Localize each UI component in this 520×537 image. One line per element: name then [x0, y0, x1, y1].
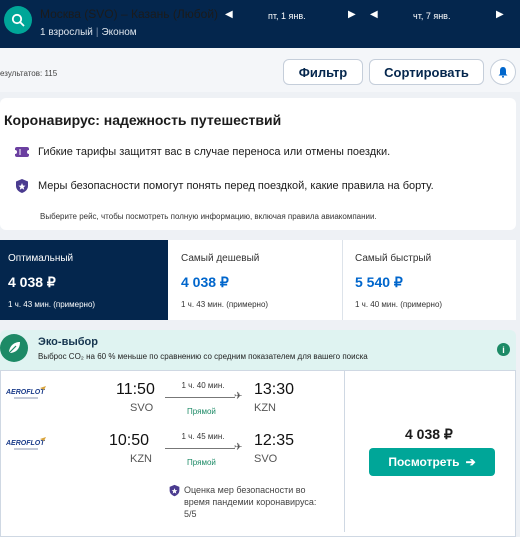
return-next-icon[interactable]: ▶	[496, 9, 504, 20]
arrow-right-icon: ➔	[465, 455, 476, 469]
tab-price: 4 038 ₽	[181, 274, 229, 290]
eco-text: Выброс CO₂ на 60 % меньше по сравнению с…	[38, 352, 368, 361]
depart-date[interactable]: пт, 1 янв.	[268, 11, 306, 21]
eco-badge	[0, 334, 28, 362]
covid-note: Выберите рейс, чтобы посмотреть полную и…	[40, 212, 377, 221]
cabin-label: Эконом	[101, 27, 137, 38]
shield-icon	[169, 484, 180, 497]
safety-rating-line: время пандемии коронавируса:	[184, 497, 317, 507]
safety-rating-score: 5/5	[184, 509, 197, 519]
safety-measures-text: Меры безопасности помогут понять перед п…	[38, 180, 434, 192]
safety-measures-row: Меры безопасности помогут понять перед п…	[14, 178, 434, 194]
leg-duration: 1 ч. 40 мин.	[181, 381, 225, 390]
route-line	[165, 448, 235, 449]
stops-label: Прямой	[187, 458, 216, 467]
plane-icon: ✈	[234, 442, 243, 453]
sort-button[interactable]: Сортировать	[369, 59, 484, 85]
route-line	[165, 397, 235, 398]
safety-rating: Оценка мер безопасности во время пандеми…	[184, 484, 316, 520]
safety-rating-line: Оценка мер безопасности во	[184, 485, 306, 495]
depart-code: SVO	[130, 402, 154, 414]
stops-label: Прямой	[187, 407, 216, 416]
return-prev-icon[interactable]: ◀	[370, 9, 378, 20]
tab-duration: 1 ч. 43 мин. (примерно)	[8, 300, 96, 309]
price-alert-button[interactable]	[490, 59, 516, 85]
tab-duration: 1 ч. 40 мин. (примерно)	[355, 300, 443, 309]
depart-time: 10:50	[109, 432, 150, 449]
depart-time: 11:50	[116, 381, 155, 398]
depart-next-icon[interactable]: ▶	[348, 9, 356, 20]
flexible-fares-row: Гибкие тарифы защитят вас в случае перен…	[14, 145, 390, 159]
filter-button[interactable]: Фильтр	[283, 59, 363, 85]
view-deal-button[interactable]: Посмотреть ➔	[369, 448, 495, 476]
flight-price: 4 038 ₽	[405, 426, 453, 442]
flexible-fares-text: Гибкие тарифы защитят вас в случае перен…	[38, 146, 391, 158]
arrive-code: SVO	[254, 453, 278, 465]
aeroflot-logo-icon: AEROFLOT	[5, 386, 46, 399]
leg-duration: 1 ч. 45 мин.	[181, 432, 225, 441]
tab-optimal[interactable]: Оптимальный 4 038 ₽ 1 ч. 43 мин. (пример…	[0, 240, 168, 320]
passenger-summary[interactable]: 1 взрослый | Эконом	[40, 27, 137, 38]
svg-text:AEROFLOT: AEROFLOT	[6, 389, 45, 396]
tab-divider	[342, 240, 343, 320]
passengers-label: 1 взрослый	[40, 27, 93, 38]
svg-text:AEROFLOT: AEROFLOT	[6, 440, 45, 447]
arrive-code: KZN	[254, 402, 276, 414]
tab-cheapest[interactable]: Самый дешевый 4 038 ₽ 1 ч. 43 мин. (прим…	[173, 240, 341, 320]
flight-card-divider	[344, 370, 345, 532]
ticket-icon	[14, 147, 30, 157]
tab-price: 4 038 ₽	[8, 274, 56, 290]
airline-logo: AEROFLOT	[5, 436, 48, 459]
view-deal-label: Посмотреть	[388, 455, 460, 469]
depart-prev-icon[interactable]: ◀	[225, 9, 233, 20]
route-summary[interactable]: Москва (SVO) – Казань (Любой)	[40, 7, 218, 21]
airline-logo: AEROFLOT	[5, 385, 48, 408]
aeroflot-logo-icon: AEROFLOT	[5, 437, 46, 450]
tab-label: Самый быстрый	[355, 253, 432, 264]
search-icon	[11, 13, 25, 27]
bell-icon	[498, 67, 508, 78]
results-count: езультатов: 115	[0, 69, 58, 78]
leaf-icon	[8, 342, 20, 354]
tab-duration: 1 ч. 43 мин. (примерно)	[181, 300, 269, 309]
arrive-time: 13:30	[254, 381, 295, 398]
return-date[interactable]: чт, 7 янв.	[413, 11, 450, 21]
depart-code: KZN	[130, 453, 152, 465]
tab-label: Оптимальный	[8, 253, 74, 264]
tab-price: 5 540 ₽	[355, 274, 403, 290]
plane-icon: ✈	[234, 391, 243, 402]
tab-fastest[interactable]: Самый быстрый 5 540 ₽ 1 ч. 40 мин. (прим…	[347, 240, 515, 320]
eco-title: Эко-выбор	[38, 336, 98, 348]
search-button[interactable]	[4, 6, 32, 34]
shield-icon	[16, 179, 28, 193]
info-icon[interactable]: i	[497, 343, 510, 356]
covid-title: Коронавирус: надежность путешествий	[4, 112, 282, 128]
arrive-time: 12:35	[254, 432, 295, 449]
tab-label: Самый дешевый	[181, 253, 260, 264]
